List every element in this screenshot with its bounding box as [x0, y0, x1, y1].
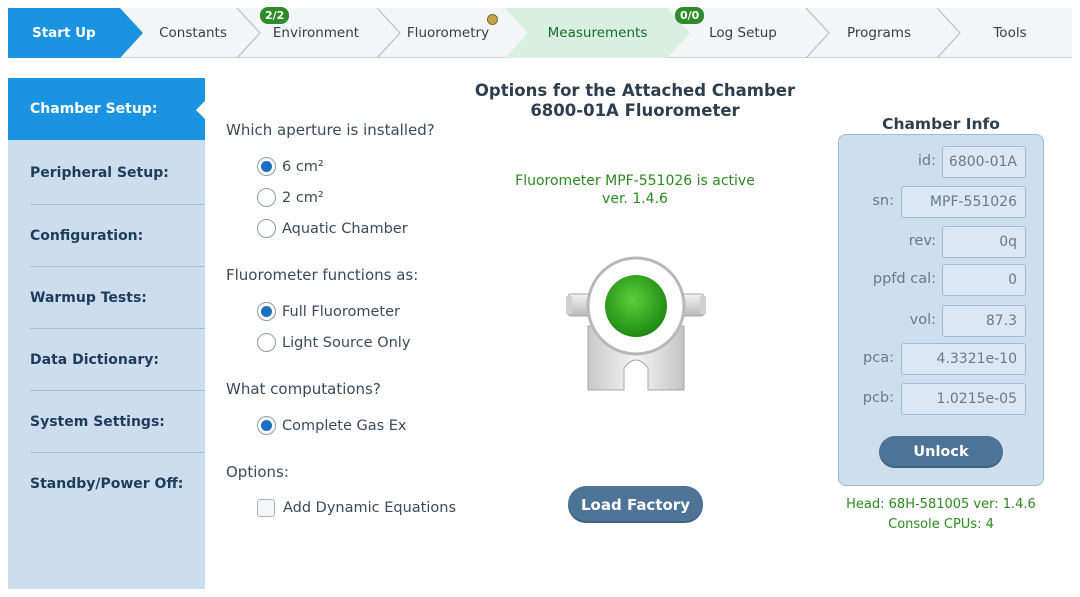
aperture-option-label: 2 cm²: [282, 189, 324, 206]
load-factory-button[interactable]: Load Factory: [568, 486, 703, 523]
sidebar-item-label: Configuration:: [30, 228, 144, 244]
sidebar-item-label: Peripheral Setup:: [30, 165, 169, 181]
field-label-ppfd-cal: ppfd cal:: [872, 271, 936, 287]
tab-environment-label: Environment: [272, 25, 360, 41]
console-cpu-info: Console CPUs: 4: [888, 517, 994, 532]
field-value-vol: 87.3: [942, 305, 1026, 337]
sidebar-item-configuration[interactable]: Configuration:: [8, 205, 205, 267]
comp-option-label: Complete Gas Ex: [282, 417, 407, 434]
radio-button-selected[interactable]: [257, 302, 276, 321]
fluorometer-chamber-icon: [566, 256, 706, 391]
tab-log-setup-label: Log Setup: [709, 25, 777, 41]
environment-count-badge: 2/2: [260, 7, 290, 24]
comp-option-complete-gas-ex[interactable]: Complete Gas Ex: [257, 416, 407, 435]
radio-button[interactable]: [257, 333, 276, 352]
sidebar-item-system-settings[interactable]: System Settings:: [8, 391, 205, 453]
chamber-info-title: Chamber Info: [882, 115, 1000, 133]
field-label-sn: sn:: [872, 193, 894, 209]
tab-tools[interactable]: Tools: [948, 8, 1072, 58]
tab-fluorometry-label: Fluorometry: [406, 25, 490, 41]
sidebar-item-label: Warmup Tests:: [30, 290, 147, 306]
computations-heading: What computations?: [226, 380, 381, 398]
tab-start-up-label: Start Up: [32, 25, 96, 41]
field-value-pcb: 1.0215e-05: [901, 383, 1026, 415]
tab-programs-label: Programs: [847, 25, 911, 41]
log-count-badge: 0/0: [675, 7, 705, 24]
fluor-option-full[interactable]: Full Fluorometer: [257, 302, 400, 321]
tab-separator: [236, 8, 261, 58]
aperture-option-label: Aquatic Chamber: [282, 220, 408, 237]
dynamic-equations-option[interactable]: Add Dynamic Equations: [257, 499, 456, 517]
field-value-ppfd-cal: 0: [942, 264, 1026, 296]
radio-button-selected[interactable]: [257, 416, 276, 435]
tab-measurements-label: Measurements: [547, 25, 648, 41]
field-value-id: 6800-01A: [942, 146, 1026, 178]
fluorometer-version: ver. 1.4.6: [602, 191, 668, 207]
aperture-option-aquatic[interactable]: Aquatic Chamber: [257, 219, 408, 238]
tab-tools-label: Tools: [993, 25, 1027, 41]
unlock-button[interactable]: Unlock: [879, 436, 1003, 468]
sidebar-item-label: Chamber Setup:: [30, 101, 158, 117]
fluor-option-label: Full Fluorometer: [282, 303, 400, 320]
dynamic-equations-checkbox[interactable]: [257, 499, 275, 517]
page-subtitle: 6800-01A Fluorometer: [530, 101, 740, 120]
radio-button[interactable]: [257, 219, 276, 238]
dynamic-equations-label: Add Dynamic Equations: [283, 500, 457, 516]
sidebar-item-label: System Settings:: [30, 414, 165, 430]
field-label-id: id:: [917, 153, 936, 169]
tab-measurements[interactable]: Measurements: [505, 8, 690, 58]
aperture-option-6cm[interactable]: 6 cm²: [257, 157, 324, 176]
field-value-rev: 0q: [942, 226, 1026, 258]
aperture-option-2cm[interactable]: 2 cm²: [257, 188, 324, 207]
sidebar-item-warmup-tests[interactable]: Warmup Tests:: [8, 267, 205, 329]
head-version-info: Head: 68H-581005 ver: 1.4.6: [846, 497, 1036, 512]
fluor-option-light-source[interactable]: Light Source Only: [257, 333, 410, 352]
sidebar-item-label: Standby/Power Off:: [30, 476, 184, 492]
page-title: Options for the Attached Chamber: [474, 81, 796, 100]
tab-start-up[interactable]: Start Up: [8, 8, 143, 58]
options-heading: Options:: [226, 463, 289, 481]
aperture-option-label: 6 cm²: [282, 158, 324, 175]
tab-separator: [376, 8, 401, 58]
fluorometer-function-heading: Fluorometer functions as:: [226, 266, 419, 284]
radio-button[interactable]: [257, 188, 276, 207]
sidebar-item-standby-power-off[interactable]: Standby/Power Off:: [8, 453, 205, 515]
sidebar-item-peripheral-setup[interactable]: Peripheral Setup:: [8, 142, 205, 204]
field-value-pca: 4.3321e-10: [901, 343, 1026, 375]
tab-separator: [805, 8, 830, 58]
sidebar-item-label: Data Dictionary:: [30, 352, 159, 368]
radio-button-selected[interactable]: [257, 157, 276, 176]
tab-constants-label: Constants: [159, 25, 227, 41]
sidebar-item-chamber-setup[interactable]: Chamber Setup:: [8, 78, 206, 140]
field-label-pcb: pcb:: [862, 390, 894, 406]
top-tab-bar: Start Up Constants Environment 2/2 Fluor…: [8, 7, 1072, 58]
tab-programs[interactable]: Programs: [818, 8, 940, 58]
field-value-sn: MPF-551026: [901, 186, 1026, 218]
fluorometer-status: Fluorometer MPF-551026 is active: [515, 173, 755, 189]
aperture-heading: Which aperture is installed?: [226, 121, 435, 139]
sidebar-item-data-dictionary[interactable]: Data Dictionary:: [8, 329, 205, 391]
field-label-rev: rev:: [908, 233, 936, 249]
tab-separator: [936, 8, 961, 58]
tab-constants[interactable]: Constants: [138, 8, 248, 58]
fluorometry-status-dot-icon: [487, 14, 498, 25]
fluor-option-label: Light Source Only: [282, 334, 411, 351]
field-label-pca: pca:: [863, 350, 894, 366]
field-label-vol: vol:: [909, 312, 936, 328]
sidebar: Chamber Setup: Peripheral Setup: Configu…: [8, 78, 206, 589]
